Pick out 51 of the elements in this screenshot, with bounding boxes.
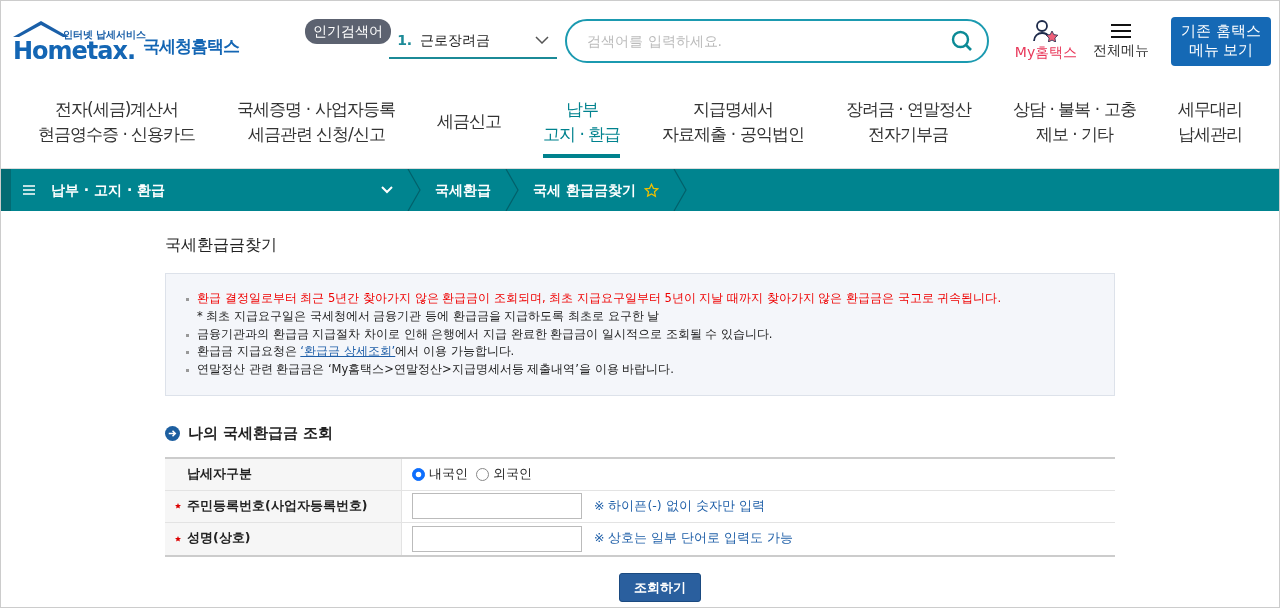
bullet-icon (186, 369, 189, 373)
menu-icon[interactable] (1110, 21, 1133, 40)
arrow-circle-icon (165, 425, 180, 441)
search-button[interactable]: 조회하기 (619, 572, 701, 603)
bullet-icon (186, 351, 189, 355)
nav-tab[interactable]: 장려금 · 연말정산 전자기부금 (845, 90, 972, 159)
list-icon (23, 185, 35, 195)
star-icon[interactable] (643, 182, 659, 198)
page-title: 국세환급금찾기 (165, 234, 278, 256)
field-label: 성명(상호) (187, 529, 251, 548)
popular-search-label: 인기검색어 (305, 19, 392, 44)
input-field[interactable] (412, 493, 582, 520)
notice-text: 금융기관과의 환급금 지급절차 차이로 인해 은행에서 지급 완료한 환급금이 일시적으로 조회될 수 있습니다. (197, 325, 773, 343)
detail-lookup-link[interactable]: ‘환급금 상세조회’ (300, 344, 396, 359)
my-hometax-link[interactable]: My홈택스 (1014, 41, 1078, 63)
chevron-down-icon (381, 186, 393, 194)
radio-label: 내국인 (429, 465, 468, 484)
nav-tab[interactable]: 전자(세금)계산서 현금영수증 · 신용카드 (38, 90, 196, 159)
bullet-icon (186, 333, 189, 337)
chevron-down-icon (535, 36, 550, 44)
search-icon[interactable] (951, 30, 974, 52)
breadcrumb-menu[interactable]: 납부 · 고지 · 환급 (11, 169, 407, 211)
bullet-icon (186, 298, 189, 301)
nav-tab[interactable]: 지급명세서 자료제출 · 공익법인 (662, 90, 804, 159)
breadcrumb-link[interactable]: 국세 환급금찾기 (519, 169, 673, 211)
logo[interactable]: Hometax. (13, 39, 136, 63)
notice-text: 환급 결정일로부터 최근 5년간 찾아가지 않은 환급금이 조회되며, 최초 지급요구일부터 5년이 지날 때까지 찾아가지 않은 환급금은 국고로 귀속됩니다. (197, 290, 1002, 307)
search-field[interactable]: 검색어를 입력하세요. (565, 19, 990, 63)
classic-menu-button[interactable]: 기존 홈택스 메뉴 보기 (1171, 16, 1271, 66)
notice-text: 연말정산 관련 환급금은 ‘My홈택스>연말정산>지급명세서등 제출내역’을 이용 바랍니다. (197, 361, 674, 379)
hint-text: ※ 하이픈(-) 없이 숫자만 입력 (594, 496, 765, 515)
nav-tab[interactable]: 세금신고 (436, 103, 501, 146)
input-field[interactable] (412, 525, 582, 552)
nav-tab[interactable]: 국세증명 · 사업자등록 세금관련 신청/신고 (237, 90, 395, 159)
notice-text: * 최초 지급요구일은 국세청에서 금융기관 등에 환급금을 지급하도록 최초로 요구한 날 (197, 307, 660, 325)
logo-tagline: 인터넷 납세서비스 (63, 28, 147, 40)
section-title: 나의 국세환급금 조회 (188, 423, 334, 445)
field-label: 납세자구분 (187, 464, 252, 483)
nav-tab[interactable]: 상담 · 불복 · 고충 제보 · 기타 (1013, 90, 1136, 159)
field-label: 주민등록번호(사업자등록번호) (187, 496, 368, 515)
radio-button[interactable] (412, 467, 425, 481)
all-menu-link[interactable]: 전체메뉴 (1093, 39, 1150, 61)
nav-tab[interactable]: 납부 고지 · 환급 (543, 90, 621, 159)
user-star-icon[interactable] (1033, 19, 1060, 42)
notice-text: 환급금 지급요청은 ‘환급금 상세조회’에서 이용 가능합니다. (197, 343, 515, 361)
hint-text: ※ 상호는 일부 단어로 입력도 가능 (594, 529, 794, 548)
radio-label: 외국인 (493, 465, 532, 484)
popular-search-dropdown[interactable]: 1. 근로장려금 (389, 23, 558, 59)
nav-tab[interactable]: 세무대리 납세관리 (1177, 90, 1242, 159)
breadcrumb-link[interactable]: 국세환급 (421, 169, 505, 211)
radio-button[interactable] (476, 467, 489, 481)
